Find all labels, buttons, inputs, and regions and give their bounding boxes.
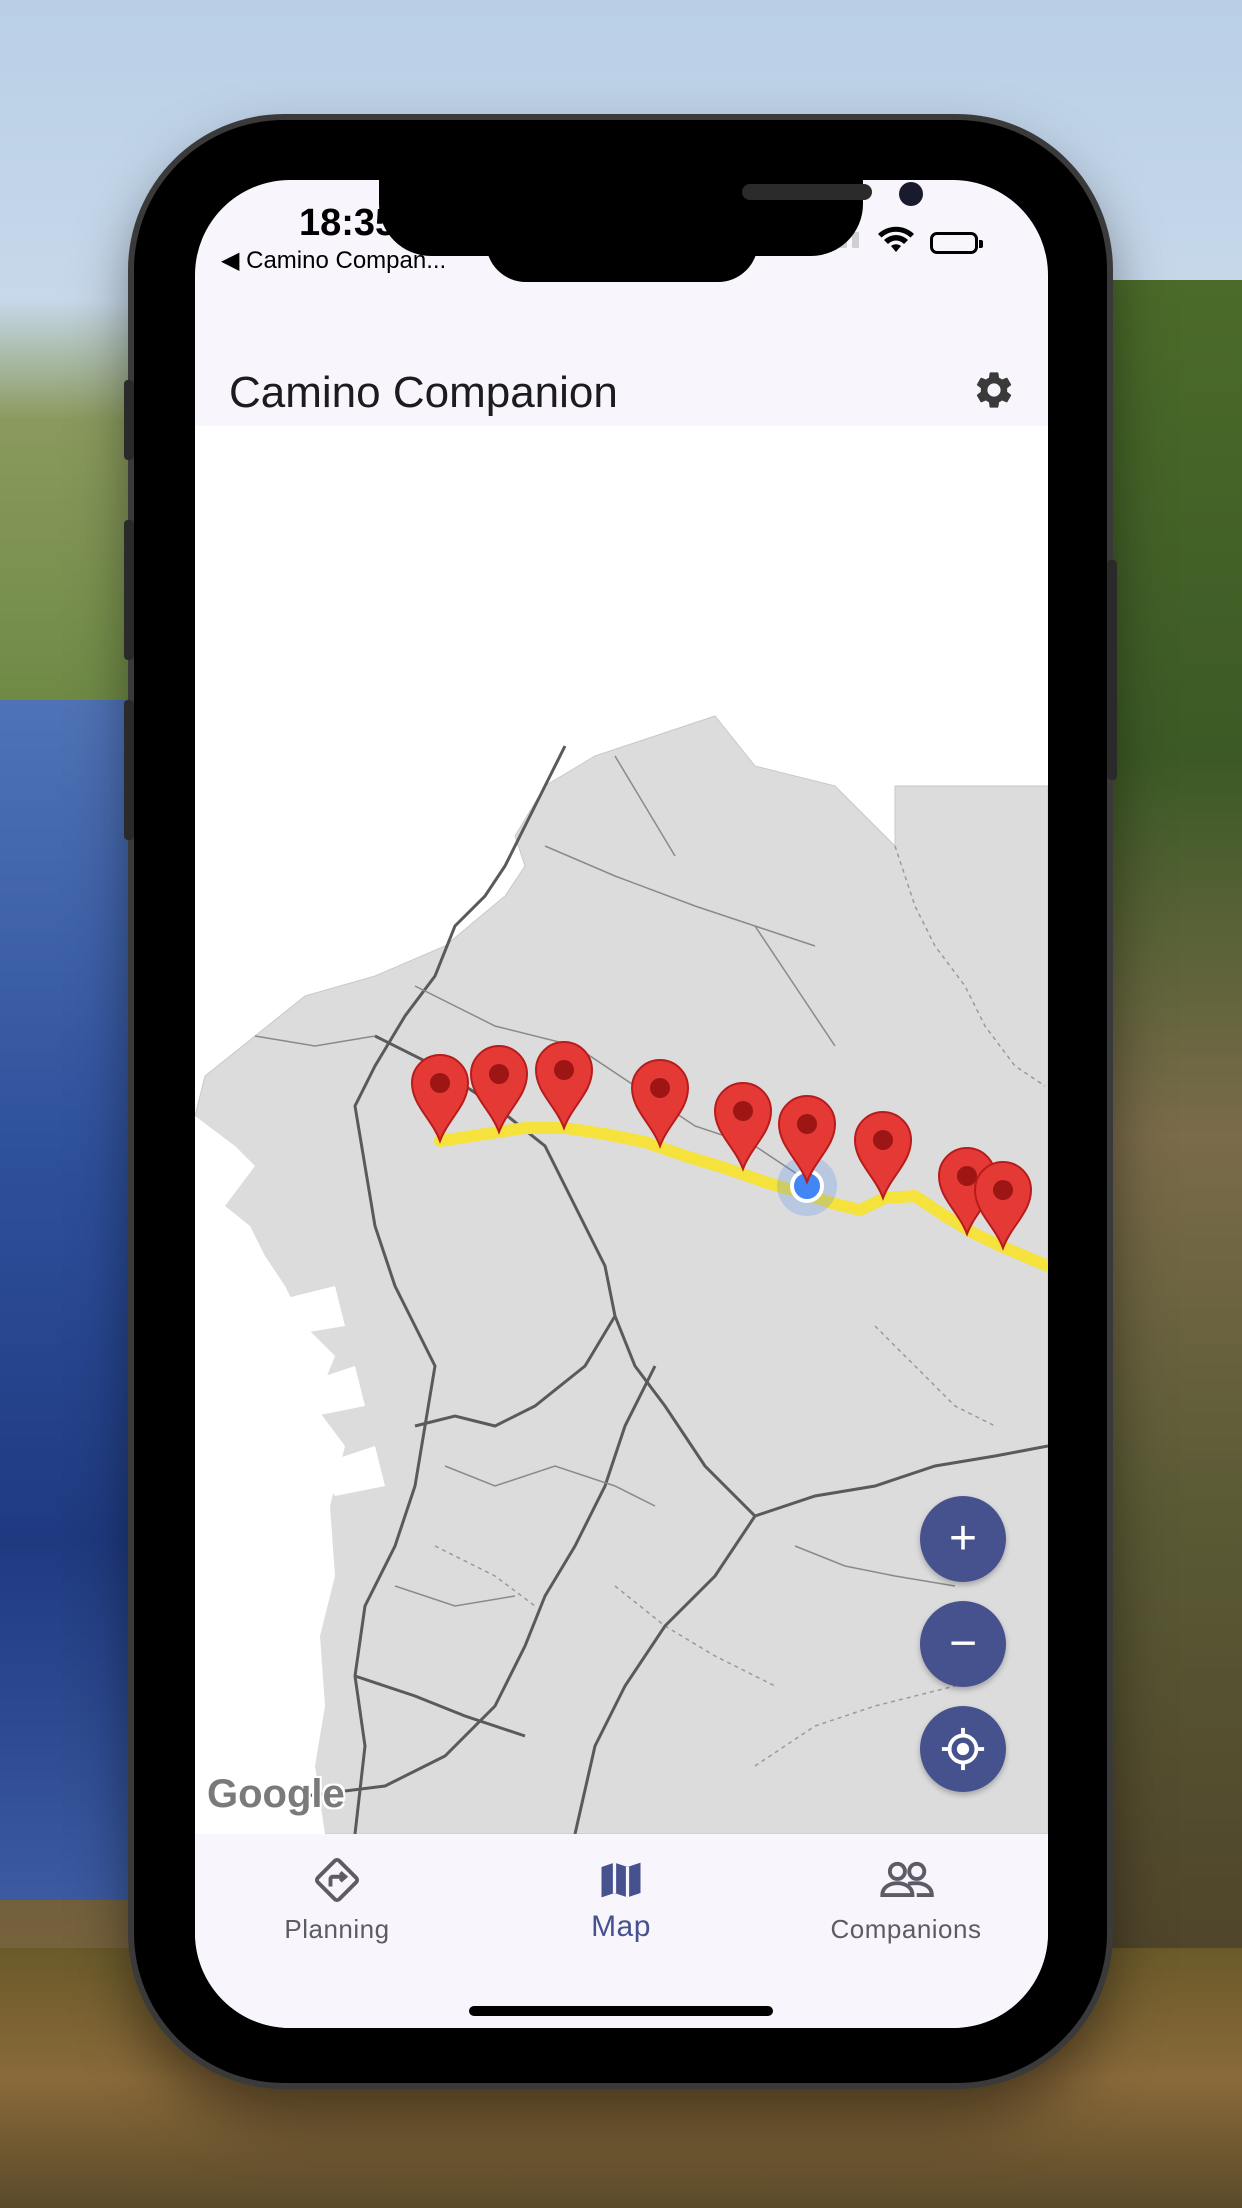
- phone-volume-down: [124, 700, 134, 840]
- land-region: [195, 715, 1048, 1834]
- battery-icon: [930, 231, 983, 254]
- nav-label-planning: Planning: [284, 1914, 390, 1944]
- map-icon: [601, 1862, 641, 1898]
- phone-power-button: [1107, 560, 1117, 780]
- front-camera: [899, 182, 923, 206]
- my-location-button[interactable]: [920, 1706, 1006, 1792]
- home-indicator[interactable]: [469, 2006, 773, 2016]
- nav-item-planning[interactable]: Planning: [217, 1854, 457, 1945]
- nav-item-map[interactable]: Map: [501, 1854, 741, 1944]
- bottom-navigation: Planning Map Companions: [195, 1834, 1048, 2028]
- nav-label-companions: Companions: [830, 1914, 982, 1944]
- people-icon: [880, 1861, 934, 1898]
- phone-silent-switch: [124, 380, 134, 460]
- phone-screen: 18:35 ◀ Camino Compan... Camino Companio…: [195, 180, 1048, 2028]
- wifi-icon: [878, 226, 914, 259]
- gear-icon: [976, 372, 1012, 408]
- directions-sign-icon: [314, 1857, 360, 1903]
- nav-label-map: Map: [591, 1910, 651, 1943]
- zoom-in-button[interactable]: +: [920, 1496, 1006, 1582]
- map-view[interactable]: Google + −: [195, 426, 1048, 1834]
- phone-volume-up: [124, 520, 134, 660]
- dynamic-island: [486, 240, 758, 282]
- plus-icon: +: [948, 1512, 978, 1565]
- speaker-grille: [742, 184, 872, 200]
- page-title: Camino Companion: [229, 368, 618, 417]
- map-canvas[interactable]: [195, 426, 1048, 1834]
- google-attribution[interactable]: Google: [207, 1772, 345, 1817]
- coast-inlet: [445, 866, 505, 906]
- zoom-out-button[interactable]: −: [920, 1601, 1006, 1687]
- minus-icon: −: [948, 1617, 978, 1670]
- settings-button[interactable]: [964, 360, 1024, 420]
- crosshair-icon: [941, 1727, 985, 1771]
- nav-item-companions[interactable]: Companions: [786, 1854, 1026, 1945]
